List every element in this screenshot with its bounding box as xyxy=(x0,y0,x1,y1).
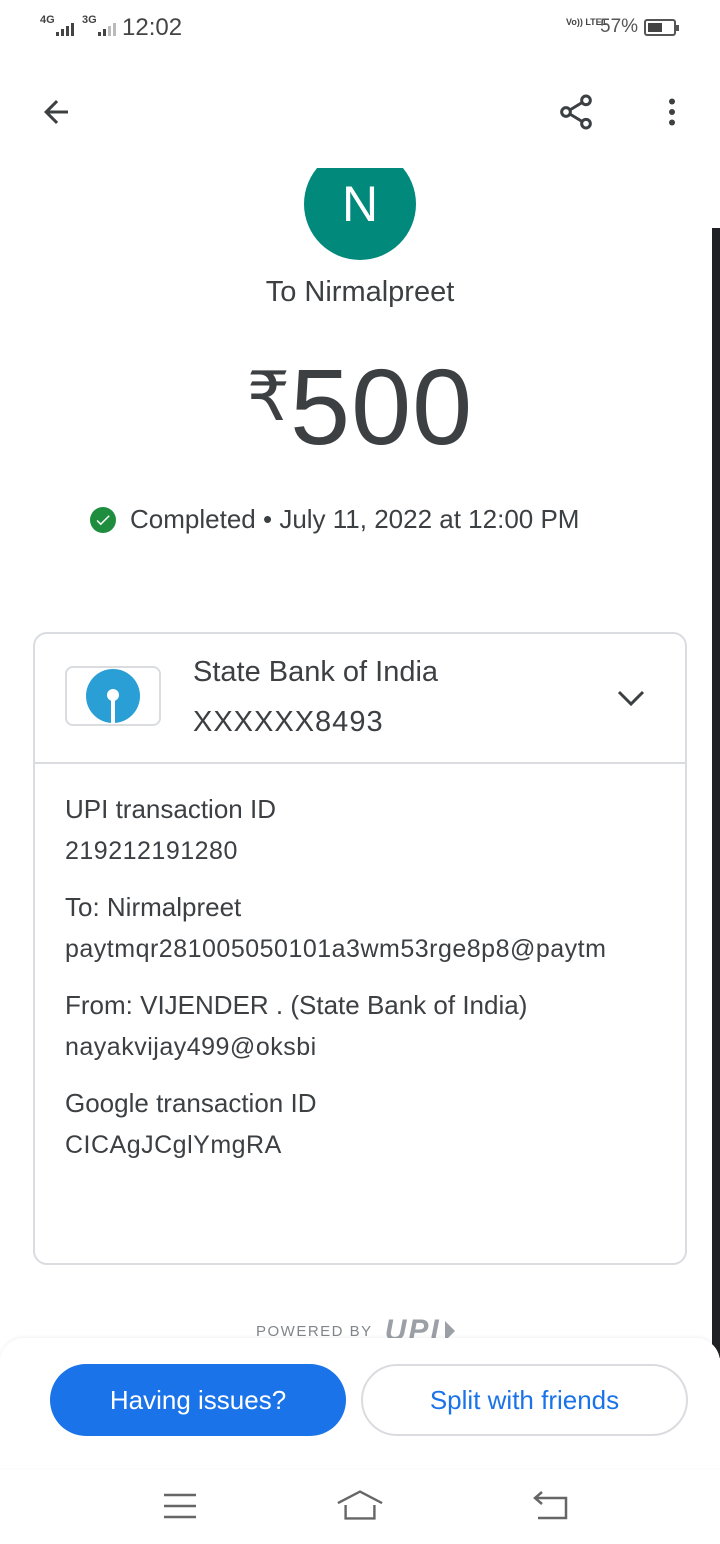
menu-icon xyxy=(164,1493,196,1519)
menu-nav-button[interactable] xyxy=(156,1482,204,1530)
detail-label: From: VIJENDER . (State Bank of India) xyxy=(65,990,528,1020)
app-bar xyxy=(0,76,720,148)
system-navigation-bar xyxy=(0,1468,720,1544)
powered-by-label: POWERED BY xyxy=(256,1322,373,1340)
battery-percent: 57% xyxy=(600,16,639,37)
bottom-actions: Having issues? Split with friends xyxy=(0,1338,720,1468)
arrow-back-icon xyxy=(44,100,68,124)
detail-value: CICAgJCglYmgRA xyxy=(65,1131,282,1159)
amount: ₹500 xyxy=(0,344,720,469)
return-icon xyxy=(533,1491,568,1520)
recipient-name: To Nirmalpreet xyxy=(265,276,455,308)
more-vert-icon xyxy=(669,98,675,126)
detail-to: To: Nirmalpreet paytmqr281005050101a3wm5… xyxy=(65,890,665,968)
detail-label: Google transaction ID xyxy=(65,1088,317,1118)
details-list: UPI transaction ID 219212191280 To: Nirm… xyxy=(65,792,665,1184)
battery-level xyxy=(648,23,662,32)
more-options-button[interactable] xyxy=(644,84,700,140)
back-button[interactable] xyxy=(28,84,84,140)
sbi-logo-icon xyxy=(86,669,140,723)
network-indicators: 4G 3G xyxy=(40,14,116,38)
detail-value: paytmqr281005050101a3wm53rge8p8@paytm xyxy=(65,935,607,963)
detail-google-id: Google transaction ID CICAgJCglYmgRA xyxy=(65,1086,665,1164)
bank-account-number: XXXXXX8493 xyxy=(193,706,384,738)
status-separator: • xyxy=(262,504,273,534)
share-button[interactable] xyxy=(548,84,604,140)
split-with-friends-button[interactable]: Split with friends xyxy=(361,1364,688,1436)
detail-value: 219212191280 xyxy=(65,837,238,865)
battery-icon xyxy=(644,19,679,36)
signal-3g-icon: 3G xyxy=(82,14,116,38)
detail-from: From: VIJENDER . (State Bank of India) n… xyxy=(65,988,665,1066)
transaction-date: July 11, 2022 at 12:00 PM xyxy=(279,504,580,534)
having-issues-button[interactable]: Having issues? xyxy=(50,1364,346,1436)
bank-account-row[interactable]: State Bank of India XXXXXX8493 xyxy=(35,634,685,764)
scrollbar[interactable] xyxy=(712,228,720,1358)
detail-value: nayakvijay499@oksbi xyxy=(65,1033,317,1061)
share-icon xyxy=(560,94,592,130)
transaction-details-card: State Bank of India XXXXXX8493 UPI trans… xyxy=(33,632,687,1265)
bank-name: State Bank of India xyxy=(193,656,439,688)
currency-symbol: ₹ xyxy=(246,359,291,435)
status-line: Completed • July 11, 2022 at 12:00 PM xyxy=(90,504,579,535)
clock: 12:02 xyxy=(122,14,183,41)
network-type-label: 4G xyxy=(40,14,55,26)
chevron-down-icon[interactable] xyxy=(613,680,649,716)
check-circle-icon xyxy=(90,506,116,533)
amount-value: 500 xyxy=(290,346,474,467)
detail-label: UPI transaction ID xyxy=(65,794,276,824)
detail-upi-id: UPI transaction ID 219212191280 xyxy=(65,792,665,870)
home-nav-button[interactable] xyxy=(336,1482,384,1530)
network-type-label: 3G xyxy=(82,14,97,26)
scroll-edge xyxy=(0,148,720,168)
back-nav-button[interactable] xyxy=(526,1482,574,1530)
bank-logo xyxy=(65,666,161,726)
home-icon xyxy=(337,1490,383,1520)
avatar-initial: N xyxy=(341,176,379,232)
signal-4g-icon: 4G xyxy=(40,14,74,38)
detail-label: To: Nirmalpreet xyxy=(65,892,242,922)
status-text: Completed xyxy=(130,504,256,534)
status-bar: 4G 3G 12:02 Vo)) LTE1 57% xyxy=(0,0,720,56)
